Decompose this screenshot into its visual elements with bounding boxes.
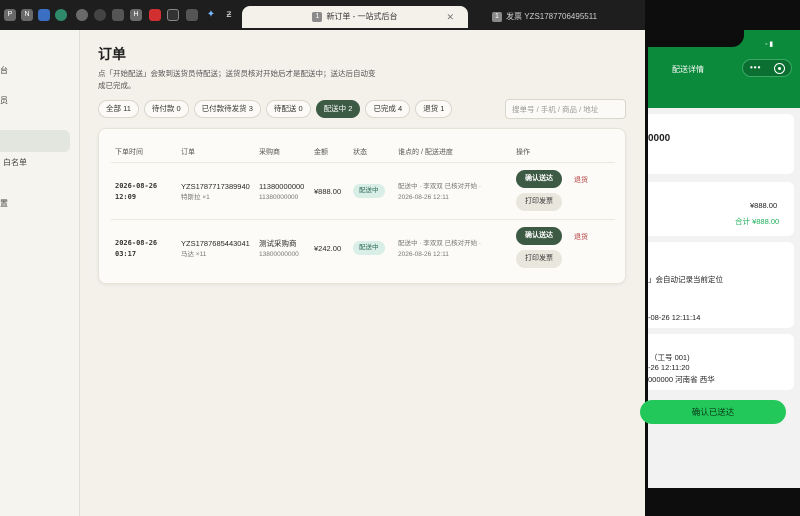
order-code: 0000 — [648, 133, 671, 144]
close-icon[interactable]: ✕ — [446, 6, 454, 28]
close-miniprogram-icon[interactable] — [774, 63, 785, 74]
filter-chip-paid[interactable]: 已付款待发货 3 — [193, 100, 261, 118]
sidebar-item-active[interactable] — [0, 130, 70, 152]
sidebar-item[interactable]: 置 — [0, 198, 8, 209]
print-invoice-button[interactable]: 打印发票 — [516, 193, 562, 211]
extension-icon[interactable]: P — [4, 9, 16, 21]
delivery-progress: 配送中 · 李双双 已核对开始 · — [398, 240, 482, 247]
order-total: 合计 ¥888.00 — [735, 217, 780, 226]
courier-id: （工号 001) — [650, 353, 690, 362]
extension-icon[interactable]: N — [21, 9, 33, 21]
extension-icon[interactable] — [76, 9, 88, 21]
start-time: -08-26 12:11:14 — [648, 313, 701, 322]
column-header: 操作 — [516, 149, 530, 156]
confirm-delivered-button[interactable]: 确认已送达 — [640, 400, 786, 424]
item-price: ¥888.00 — [750, 201, 778, 210]
buyer-phone: 11380000000 — [259, 194, 299, 201]
extension-icon[interactable] — [112, 9, 124, 21]
tab-number: 1 — [492, 11, 502, 22]
order-item: 特斯拉 ×1 — [181, 194, 210, 201]
sidebar-item[interactable]: 白名单 — [3, 157, 27, 168]
order-amount: ¥242.00 — [314, 244, 342, 253]
order-time: 12:09 — [115, 193, 137, 201]
page-description: 点「开始配送」会致到送货员待配送；送货员核对开始后才是配送中；送达后自动变成已完… — [98, 69, 376, 90]
buyer-phone: 13800000000 — [259, 251, 299, 258]
order-time: 03:17 — [115, 250, 137, 258]
divider — [111, 219, 615, 220]
delivery-progress: 配送中 · 李双双 已核对开始 · — [398, 183, 482, 190]
browser-toolbar: P N H ✦ ƶ 1 新订单 - 一站式后台 ✕ 1 发票 YZS17877064… — [0, 0, 645, 30]
orders-table: 下单时间 订单 采购商 金额 状态 谁点的 / 配送进度 操作 2026-08-… — [98, 128, 626, 284]
courier-time: -26 12:11:20 — [648, 363, 690, 372]
buyer-name: 测试采购商 — [259, 239, 297, 248]
order-item: 马达 ×11 — [181, 251, 207, 258]
sparkle-icon[interactable]: ✦ — [205, 9, 217, 21]
extension-icon[interactable] — [55, 9, 67, 21]
sidebar: 台 员 白名单 置 — [0, 30, 80, 516]
github-icon[interactable] — [94, 9, 106, 21]
extension-icon[interactable] — [38, 9, 50, 21]
filter-chip-all[interactable]: 全部 11 — [98, 100, 139, 118]
buyer-name: 11380000000 — [259, 182, 305, 191]
filter-chip-delivering[interactable]: 配送中 2 — [315, 100, 361, 118]
status-filter-bar: 全部 11 待付款 0 已付款待发货 3 待配送 0 配送中 2 已完成 4 退… — [98, 100, 453, 118]
tab-orders[interactable]: 1 新订单 - 一站式后台 ✕ — [242, 6, 468, 28]
extension-icon[interactable]: ƶ — [223, 9, 235, 21]
refund-link[interactable]: 退货 — [574, 175, 588, 185]
divider — [111, 162, 615, 163]
order-number[interactable]: YZS1787685443041 — [181, 238, 250, 249]
courier-address: 000000 河南省 西华 — [648, 375, 715, 384]
filter-chip-refund[interactable]: 退货 1 — [415, 100, 453, 118]
admin-app: 台 员 白名单 置 订单 点「开始配送」会致到送货员待配送；送货员核对开始后才是… — [0, 30, 645, 516]
column-header: 采购商 — [259, 149, 280, 156]
sidebar-item[interactable]: 员 — [0, 95, 8, 106]
status-badge: 配送中 — [353, 241, 385, 255]
order-date: 2026-08-26 — [115, 182, 158, 190]
delivery-progress-time: 2026-08-26 12:11 — [398, 194, 449, 201]
filter-chip-pending[interactable]: 待配送 0 — [265, 100, 311, 118]
status-badge: 配送中 — [353, 184, 385, 198]
location-note: 」会自动记录当前定位 — [648, 275, 723, 284]
column-header: 下单时间 — [115, 149, 143, 156]
refund-link[interactable]: 退货 — [574, 232, 588, 242]
youtube-icon[interactable] — [149, 9, 161, 21]
extension-icon[interactable]: H — [130, 9, 142, 21]
miniprogram-capsule[interactable]: ••• — [742, 59, 792, 77]
print-invoice-button[interactable]: 打印发票 — [516, 250, 562, 268]
column-header: 金额 — [314, 149, 328, 156]
column-header: 谁点的 / 配送进度 — [398, 149, 453, 156]
tab-number: 1 — [312, 11, 323, 22]
confirm-delivered-button[interactable]: 确认送达 — [516, 170, 562, 188]
more-icon[interactable]: ••• — [750, 63, 761, 72]
sidebar-item[interactable]: 台 — [0, 65, 8, 76]
delivery-progress-time: 2026-08-26 12:11 — [398, 251, 449, 258]
phone-notch — [648, 30, 744, 47]
tab-title: 发票 YZS1787706495511 — [506, 12, 598, 21]
search-input[interactable] — [505, 99, 626, 119]
filter-chip-done[interactable]: 已完成 4 — [365, 100, 411, 118]
order-number[interactable]: YZS1787717389940 — [181, 181, 250, 192]
phone-status-icons: ◦ ▮ — [765, 41, 774, 48]
column-header: 订单 — [181, 149, 195, 156]
confirm-delivered-button[interactable]: 确认送达 — [516, 227, 562, 245]
extension-icon[interactable] — [186, 9, 198, 21]
page-title: 订单 — [98, 46, 126, 62]
detail-card — [648, 114, 794, 174]
extension-icon[interactable] — [167, 9, 179, 21]
tab-invoice[interactable]: 1 发票 YZS1787706495511 — [482, 6, 642, 28]
column-header: 状态 — [353, 149, 367, 156]
phone-page-title: 配送详情 — [672, 65, 704, 74]
filter-chip-unpaid[interactable]: 待付款 0 — [143, 100, 189, 118]
order-amount: ¥888.00 — [314, 187, 342, 196]
order-date: 2026-08-26 — [115, 239, 158, 247]
tab-title: 新订单 - 一站式后台 — [326, 12, 398, 21]
